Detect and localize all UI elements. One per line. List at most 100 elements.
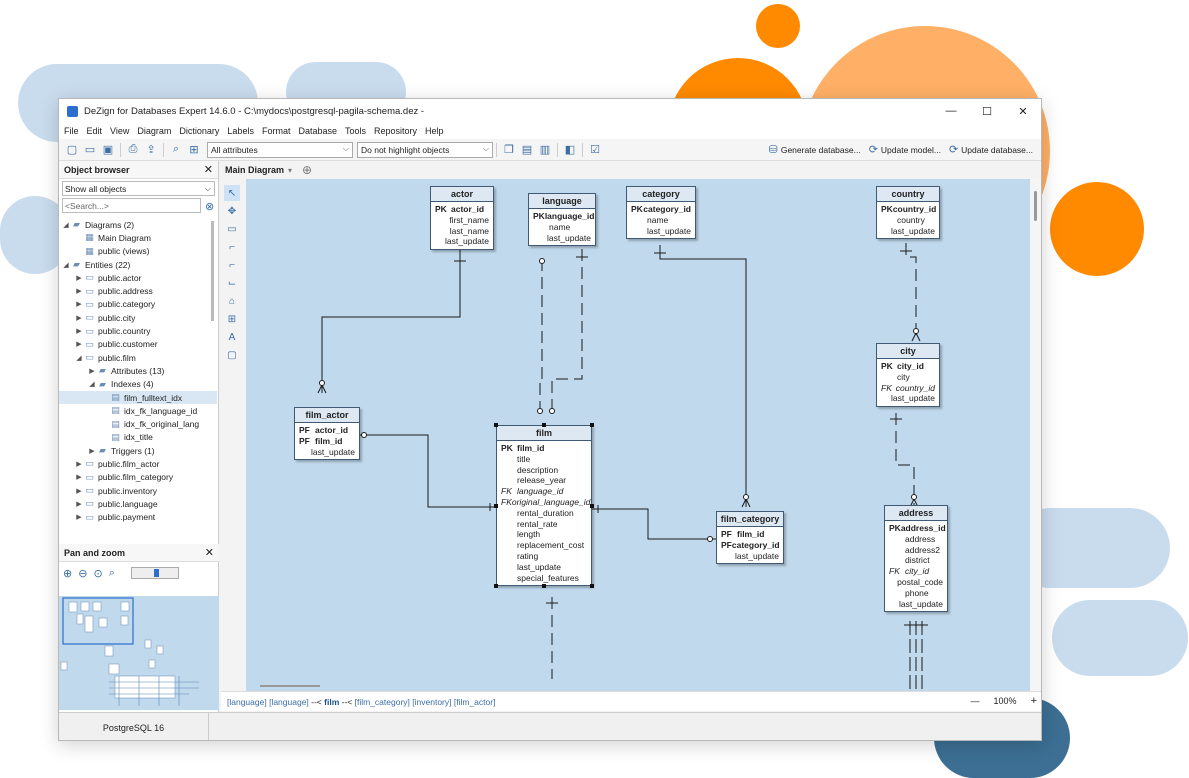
tree-item[interactable]: ▶ ▭ public.address <box>59 284 217 297</box>
tree-caret-icon[interactable]: ◢ <box>61 261 71 269</box>
diagram-canvas[interactable]: actor PK actor_id first_name last_name last_u… <box>246 179 1030 691</box>
tree-item[interactable]: ▶ ▭ public.customer <box>59 338 217 351</box>
tree-caret-icon[interactable]: ▶ <box>74 340 84 348</box>
tree-caret-icon[interactable]: ◢ <box>61 221 71 229</box>
tree-caret-icon[interactable]: ▶ <box>74 513 84 521</box>
entity-country[interactable]: country PK country_id country last_update <box>876 186 940 240</box>
entity-attribute[interactable]: first_name <box>435 215 489 226</box>
tree-item[interactable]: ▦ Main Diagram <box>59 231 217 244</box>
entity-attribute[interactable]: title <box>501 454 587 465</box>
selection-handle[interactable] <box>494 584 498 588</box>
select-tool-icon[interactable]: ↖ <box>224 185 240 201</box>
entity-attribute[interactable]: last_name <box>435 226 489 237</box>
entity-film-category[interactable]: film_category PF film_id PF category_id last_… <box>716 511 784 565</box>
tree-item[interactable]: ▶ ▰ Attributes (13) <box>59 364 217 377</box>
entity-attribute[interactable]: PK country_id <box>881 204 936 215</box>
tree-item[interactable]: ▤ idx_fk_original_lang <box>59 417 217 430</box>
entity-attribute[interactable]: PF film_id <box>299 436 355 447</box>
entity-attribute[interactable]: last_update <box>299 447 355 458</box>
zoom-out-icon[interactable]: ⊖ <box>78 567 87 580</box>
menu-repository[interactable]: Repository <box>374 126 417 136</box>
entity-attribute[interactable]: postal_code <box>889 577 943 588</box>
tree-item[interactable]: ▶ ▭ public.film_category <box>59 471 217 484</box>
tree-item[interactable]: ▦ public (views) <box>59 245 217 258</box>
new-file-icon[interactable]: ▢ <box>63 142 81 158</box>
identifying-relationship-icon[interactable]: ⌐ <box>224 257 240 273</box>
update-model-button[interactable]: ⟳ Update model... <box>869 143 941 156</box>
selection-handle[interactable] <box>590 423 594 427</box>
zoom-in-icon[interactable]: ⊕ <box>63 567 72 580</box>
menu-tools[interactable]: Tools <box>345 126 366 136</box>
close-icon[interactable]: ✕ <box>204 163 213 176</box>
tree-item[interactable]: ▶ ▭ public.payment <box>59 511 217 524</box>
zoom-in-button[interactable]: + <box>1031 695 1037 707</box>
entity-attribute[interactable]: FK city_id <box>889 566 943 577</box>
menu-format[interactable]: Format <box>262 126 291 136</box>
zoom-level[interactable]: 100% <box>994 696 1017 706</box>
subcategory-tool-icon[interactable]: ⊞ <box>224 311 240 327</box>
entity-attribute[interactable]: PF film_id <box>721 529 779 540</box>
tree-item[interactable]: ▤ film_fulltext_idx <box>59 390 217 405</box>
canvas-vertical-scrollbar[interactable] <box>1030 179 1041 691</box>
entity-attribute[interactable]: last_update <box>533 233 591 244</box>
entity-attribute[interactable]: last_update <box>501 562 587 573</box>
maximize-button[interactable]: ☐ <box>969 99 1005 123</box>
zoom-slider-thumb[interactable] <box>153 569 159 577</box>
tree-caret-icon[interactable]: ▶ <box>87 447 97 455</box>
copy-icon[interactable]: ❐ <box>500 142 518 158</box>
tree-item[interactable]: ▶ ▭ public.film_actor <box>59 457 217 470</box>
entity-attribute[interactable]: PF actor_id <box>299 425 355 436</box>
entity-attribute[interactable]: special_features <box>501 573 587 584</box>
entity-language[interactable]: language PK language_id name last_update <box>528 193 596 247</box>
tree-item[interactable]: ▶ ▭ public.inventory <box>59 484 217 497</box>
entity-address[interactable]: address PK address_id address address2 distri… <box>884 505 948 613</box>
tree-caret-icon[interactable]: ▶ <box>74 460 84 468</box>
tree-item[interactable]: ▶ ▭ public.country <box>59 324 217 337</box>
text-tool-icon[interactable]: A <box>224 329 240 345</box>
entity-city[interactable]: city PK city_id city FK country_id last_update <box>876 343 940 408</box>
minimize-button[interactable]: — <box>933 99 969 123</box>
entity-attribute[interactable]: address2 <box>889 545 943 556</box>
tree-caret-icon[interactable]: ◢ <box>87 380 97 388</box>
find-icon[interactable]: ⌕ <box>167 142 185 158</box>
entity-attribute[interactable]: PK city_id <box>881 361 935 372</box>
export-icon[interactable]: ⇪ <box>142 142 160 158</box>
entity-attribute[interactable]: last_update <box>881 226 935 237</box>
entity-attribute[interactable]: last_update <box>435 236 489 247</box>
entity-attribute[interactable]: rating <box>501 551 587 562</box>
entity-attribute[interactable]: release_year <box>501 475 587 486</box>
canvas-horizontal-scrollbar[interactable] <box>246 681 1030 691</box>
entity-attribute[interactable]: last_update <box>721 551 779 562</box>
entity-attribute[interactable]: PK actor_id <box>435 204 489 215</box>
tree-item[interactable]: ◢ ▰ Indexes (4) <box>59 378 217 391</box>
selection-handle[interactable] <box>542 423 546 427</box>
clear-search-icon[interactable]: ⊗ <box>205 200 214 213</box>
layout-icon[interactable]: ⊞ <box>185 142 203 158</box>
menu-view[interactable]: View <box>110 126 129 136</box>
overview-map[interactable] <box>59 596 219 710</box>
tree-caret-icon[interactable]: ▶ <box>74 300 84 308</box>
entity-attribute[interactable]: last_update <box>881 393 935 404</box>
search-input[interactable]: <Search...> <box>62 198 201 213</box>
entity-attribute[interactable]: FK original_language_id <box>501 497 590 508</box>
entity-attribute[interactable]: city <box>881 372 935 383</box>
add-tab-icon[interactable]: ⊕ <box>302 163 312 177</box>
zoom-slider[interactable] <box>130 567 179 579</box>
zoom-actual-icon[interactable]: ⌕ <box>109 567 115 580</box>
entity-attribute[interactable]: address <box>889 534 943 545</box>
note-tool-icon[interactable]: ▢ <box>224 347 240 363</box>
entity-attribute[interactable]: rental_duration <box>501 508 587 519</box>
tree-item[interactable]: ▤ idx_fk_language_id <box>59 404 217 417</box>
entity-attribute[interactable]: country <box>881 215 935 226</box>
entity-attribute[interactable]: last_update <box>889 599 943 610</box>
selection-handle[interactable] <box>590 503 594 508</box>
menu-dictionary[interactable]: Dictionary <box>179 126 219 136</box>
entity-attribute[interactable]: PK address_id <box>889 523 946 534</box>
tree-item[interactable]: ◢ ▰ Diagrams (2) <box>59 218 217 231</box>
zoom-out-button[interactable]: — <box>971 696 980 706</box>
menu-edit[interactable]: Edit <box>87 126 103 136</box>
tree-item[interactable]: ▶ ▭ public.city <box>59 311 217 324</box>
tree-item[interactable]: ▶ ▰ Triggers (1) <box>59 444 217 457</box>
tree-item[interactable]: ◢ ▭ public.film <box>59 351 217 364</box>
delete-icon[interactable]: ▥ <box>536 142 554 158</box>
